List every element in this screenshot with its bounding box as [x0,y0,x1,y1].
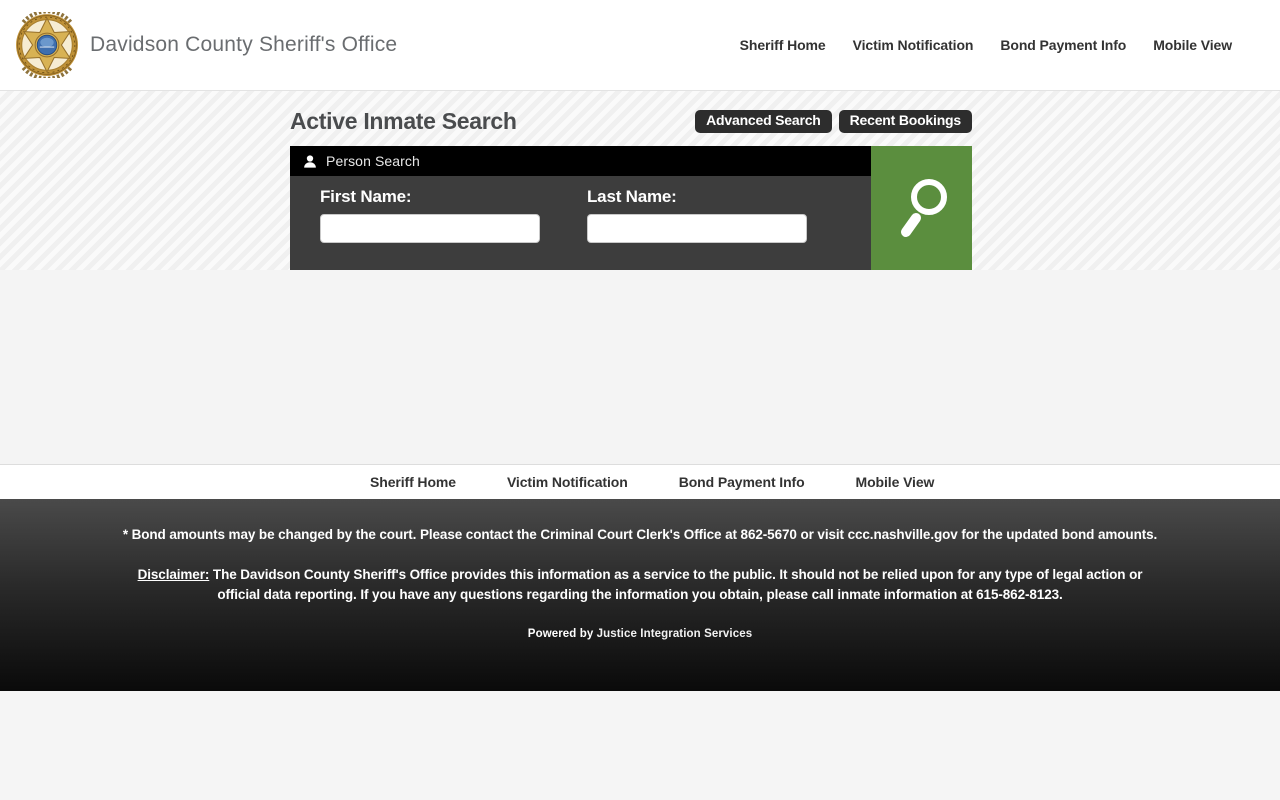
powered-by-prefix: Powered by [527,628,597,640]
footer-nav-bond-payment-info[interactable]: Bond Payment Info [679,474,805,490]
person-search-panel-header: Person Search [290,146,871,176]
search-submit-button[interactable] [871,146,972,270]
person-icon [303,154,317,169]
content-area-empty [0,270,1280,464]
first-name-label: First Name: [320,187,412,206]
person-search-panel: Person Search First Name: Last Name: [290,146,972,270]
section-heading: Active Inmate Search [290,107,517,134]
sheriff-badge-logo [14,10,80,80]
top-nav-sheriff-home[interactable]: Sheriff Home [740,37,826,53]
last-name-label: Last Name: [587,187,677,206]
top-nav: Sheriff Home Victim Notification Bond Pa… [740,37,1232,53]
footer-nav-mobile-view[interactable]: Mobile View [856,474,935,490]
footer-nav-sheriff-home[interactable]: Sheriff Home [370,474,456,490]
site-footer: * Bond amounts may be changed by the cou… [0,499,1280,691]
magnifier-icon [900,179,947,237]
powered-by-link[interactable]: Justice Integration Services [597,628,753,640]
sheriff-badge-icon [16,12,78,78]
site-header: Davidson County Sheriff's Office Sheriff… [0,0,1280,91]
page: Davidson County Sheriff's Office Sheriff… [0,0,1280,800]
top-nav-victim-notification[interactable]: Victim Notification [853,37,974,53]
disclaimer-label: Disclaimer: [137,567,210,582]
advanced-search-button[interactable]: Advanced Search [695,109,832,133]
last-name-input[interactable] [587,214,807,243]
recent-bookings-button[interactable]: Recent Bookings [838,109,972,133]
powered-by: Powered by Justice Integration Services [0,628,1280,640]
person-search-panel-title: Person Search [326,153,420,169]
top-nav-mobile-view[interactable]: Mobile View [1153,37,1232,53]
bond-note-text: * Bond amounts may be changed by the cou… [122,527,1158,542]
footer-nav: Sheriff Home Victim Notification Bond Pa… [0,464,1280,499]
page-title: Davidson County Sheriff's Office [90,33,398,56]
search-section: Active Inmate Search Advanced Search Rec… [0,91,1280,270]
disclaimer-text: Disclaimer: The Davidson County Sheriff'… [135,565,1145,605]
disclaimer-body: The Davidson County Sheriff's Office pro… [209,567,1143,602]
person-search-panel-body: First Name: Last Name: [290,176,871,270]
footer-nav-victim-notification[interactable]: Victim Notification [507,474,628,490]
first-name-input[interactable] [320,214,540,243]
top-nav-bond-payment-info[interactable]: Bond Payment Info [1000,37,1126,53]
page-bottom-empty [0,691,1280,800]
